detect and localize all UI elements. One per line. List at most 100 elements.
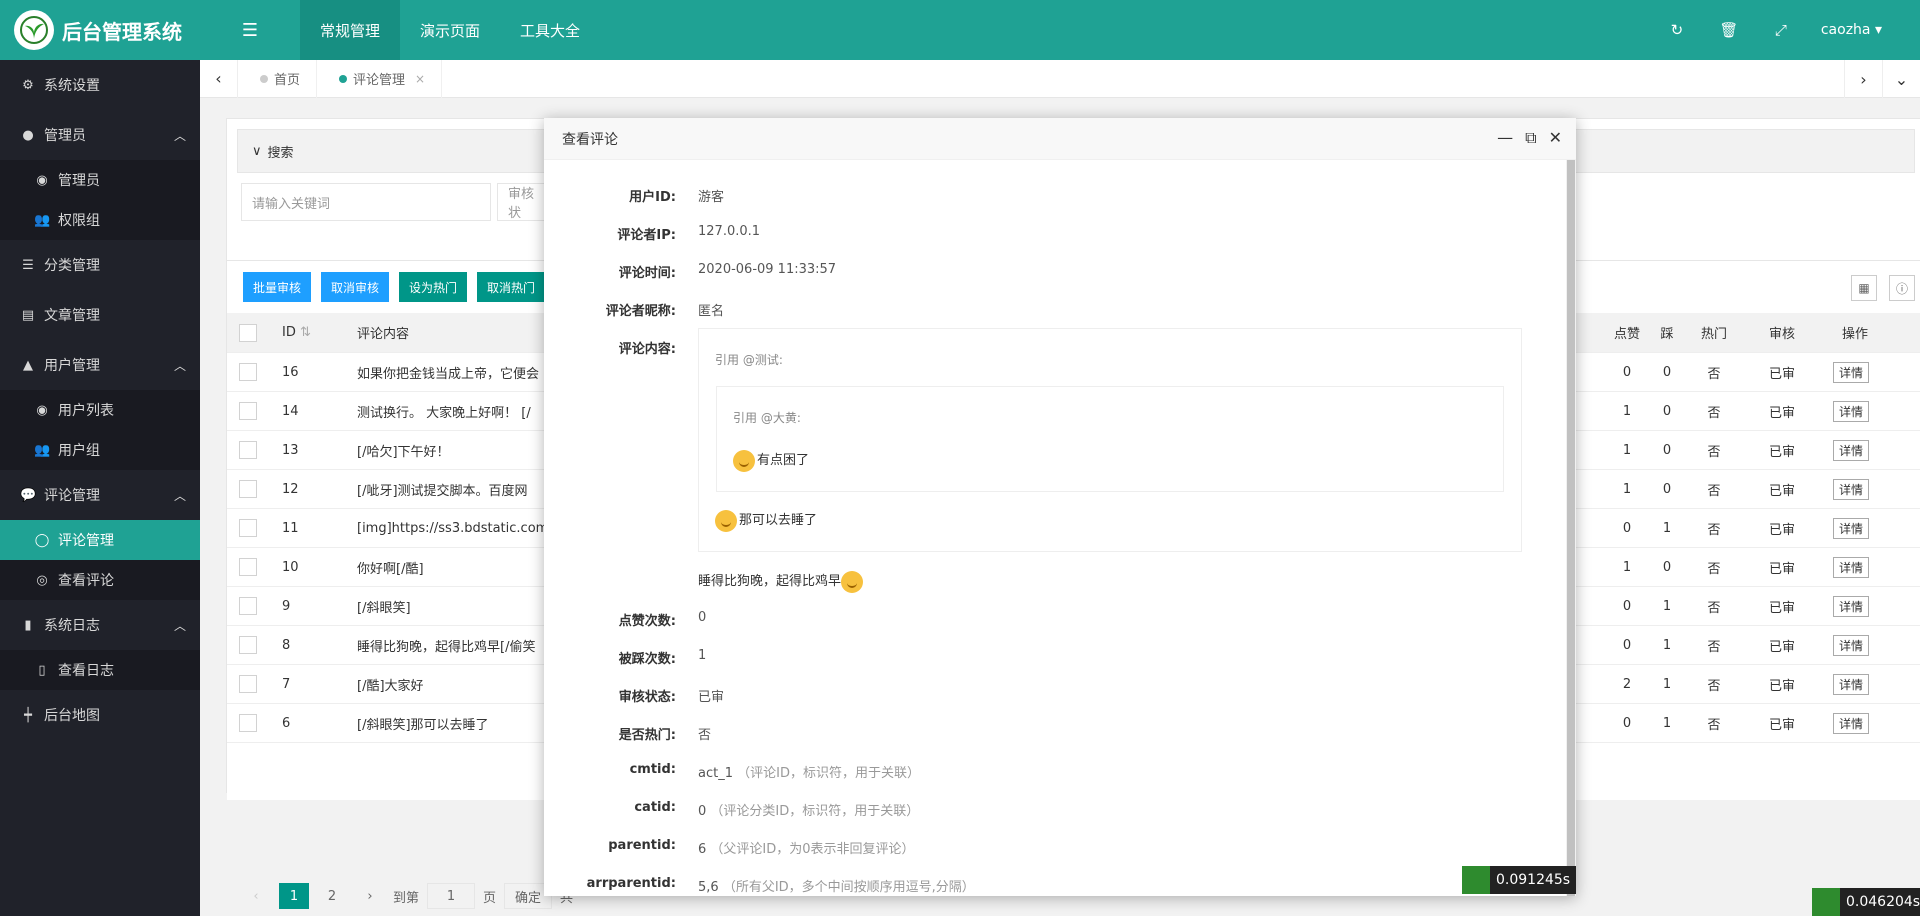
- sidebar-item-comment-manage[interactable]: ◯ 评论管理: [0, 520, 200, 560]
- sidebar-item-system-logs[interactable]: ▮ 系统日志 ︿: [0, 600, 200, 650]
- sidebar-item-articles[interactable]: ▤ 文章管理: [0, 290, 200, 340]
- user-circle-icon: ◉: [36, 402, 48, 418]
- detail-button[interactable]: 详情: [1833, 673, 1870, 695]
- header-id[interactable]: ID ⇅: [282, 325, 311, 340]
- menu-toggle-icon[interactable]: ☰: [200, 0, 300, 60]
- sidebar-item-admin-list[interactable]: ◉ 管理员: [0, 160, 200, 200]
- quote-outer-cite: 引用 @测试:: [715, 353, 783, 367]
- quote-inner: 引用 @大黄: 有点困了: [716, 386, 1504, 492]
- cancel-hot-button[interactable]: 取消热门: [477, 272, 546, 302]
- sidebar-item-sitemap[interactable]: ┿ 后台地图: [0, 690, 200, 740]
- cell-audit: 已审: [1768, 678, 1795, 694]
- sidebar-item-comments[interactable]: 💬 评论管理 ︿: [0, 470, 200, 520]
- detail-button[interactable]: 详情: [1833, 595, 1870, 617]
- sidebar-item-user-list[interactable]: ◉ 用户列表: [0, 390, 200, 430]
- chevron-up-icon: ︿: [173, 128, 186, 143]
- close-icon[interactable]: ✕: [1549, 128, 1562, 148]
- detail-button[interactable]: 详情: [1833, 478, 1870, 500]
- user-icon: ▲: [23, 357, 33, 373]
- tab-menu-chevron-down-icon[interactable]: ⌄: [1882, 60, 1920, 98]
- keyword-input[interactable]: 请输入关键词: [241, 183, 491, 221]
- row-checkbox[interactable]: [239, 597, 257, 615]
- field-hint: （评论ID，标识符，用于关联）: [737, 766, 920, 781]
- columns-icon[interactable]: ▦: [1851, 275, 1877, 301]
- refresh-icon[interactable]: ↻: [1651, 21, 1703, 39]
- sidebar: 后台管理系统 ⚙ 系统设置 ● 管理员 ︿ ◉ 管理员 👥 权限组 ☰ 分类管理…: [0, 0, 200, 916]
- detail-button[interactable]: 详情: [1833, 361, 1870, 383]
- row-checkbox[interactable]: [239, 558, 257, 576]
- prev-page-icon[interactable]: ‹: [241, 883, 271, 909]
- detail-button[interactable]: 详情: [1833, 556, 1870, 578]
- batch-approve-button[interactable]: 批量审核: [243, 272, 312, 302]
- page-2-button[interactable]: 2: [317, 883, 347, 909]
- next-page-icon[interactable]: ›: [355, 883, 385, 909]
- row-checkbox[interactable]: [239, 363, 257, 381]
- row-checkbox[interactable]: [239, 714, 257, 732]
- sidebar-item-categories[interactable]: ☰ 分类管理: [0, 240, 200, 290]
- field-value: 1: [698, 648, 707, 663]
- tab-home[interactable]: 首页: [238, 59, 318, 98]
- cell-content: 如果你把金钱当成上帝，它便会: [357, 366, 540, 382]
- cancel-approve-button[interactable]: 取消审核: [321, 272, 390, 302]
- row-checkbox[interactable]: [239, 519, 257, 537]
- fullscreen-icon[interactable]: ⤢: [1755, 21, 1807, 39]
- detail-button[interactable]: 详情: [1833, 712, 1870, 734]
- row-checkbox[interactable]: [239, 441, 257, 459]
- sidebar-item-admins[interactable]: ● 管理员 ︿: [0, 110, 200, 160]
- goto-page-input[interactable]: 1: [427, 883, 476, 909]
- detail-button[interactable]: 详情: [1833, 400, 1870, 422]
- info-icon[interactable]: ⓘ: [1889, 275, 1915, 301]
- minimize-icon[interactable]: —: [1497, 128, 1513, 148]
- modal-scrollbar-thumb[interactable]: [1567, 160, 1575, 896]
- tab-scroll-right-icon[interactable]: ›: [1844, 60, 1882, 98]
- row-checkbox[interactable]: [239, 480, 257, 498]
- sidebar-item-label: 系统设置: [44, 78, 100, 94]
- page-1-button[interactable]: 1: [279, 883, 309, 909]
- cell-dislikes: 0: [1662, 364, 1672, 380]
- detail-button[interactable]: 详情: [1833, 439, 1870, 461]
- cell-content: [/酷]大家好: [357, 678, 424, 694]
- field-label: 评论者IP:: [617, 228, 676, 243]
- cell-audit: 已审: [1768, 717, 1795, 733]
- newspaper-icon: ▤: [21, 307, 35, 323]
- top-nav-regular[interactable]: 常规管理: [300, 0, 401, 60]
- modal-scrollbar[interactable]: [1566, 160, 1576, 896]
- cell-content: [/斜眼笑]: [357, 600, 411, 616]
- snicker-emoji-icon: [841, 570, 864, 593]
- detail-button[interactable]: 详情: [1833, 517, 1870, 539]
- top-nav-tools[interactable]: 工具大全: [500, 0, 600, 60]
- cell-dislikes: 0: [1662, 481, 1672, 497]
- cell-id: 6: [282, 715, 291, 731]
- sidebar-item-system-settings[interactable]: ⚙ 系统设置: [0, 60, 200, 110]
- sidebar-item-users[interactable]: ▲ 用户管理 ︿: [0, 340, 200, 390]
- modal-timer-value: 0.091245s: [1496, 872, 1571, 888]
- user-menu[interactable]: caozha ▾: [1807, 22, 1920, 38]
- set-hot-button[interactable]: 设为热门: [399, 272, 468, 302]
- row-checkbox[interactable]: [239, 402, 257, 420]
- logo[interactable]: 后台管理系统: [0, 0, 200, 60]
- sidebar-item-permission-groups[interactable]: 👥 权限组: [0, 200, 200, 240]
- cell-hot: 否: [1707, 600, 1721, 616]
- detail-button[interactable]: 详情: [1833, 634, 1870, 656]
- sidebar-item-view-comments[interactable]: ◎ 查看评论: [0, 560, 200, 600]
- app-title: 后台管理系统: [62, 19, 182, 44]
- trash-icon[interactable]: 🗑: [1703, 21, 1755, 39]
- tab-comment-manage[interactable]: 评论管理 ×: [317, 59, 443, 98]
- select-all-checkbox[interactable]: [239, 323, 257, 342]
- maximize-icon[interactable]: ⧉: [1525, 128, 1536, 148]
- close-tab-icon[interactable]: ×: [415, 72, 425, 86]
- quote-inner-cite: 引用 @大黄:: [733, 411, 801, 425]
- sidebar-item-user-groups[interactable]: 👥 用户组: [0, 430, 200, 470]
- tab-scroll-left-icon[interactable]: ‹: [200, 59, 238, 98]
- cell-content: 你好啊[/酷]: [357, 561, 424, 577]
- top-nav-demo[interactable]: 演示页面: [400, 0, 500, 60]
- row-checkbox[interactable]: [239, 636, 257, 654]
- view-comment-modal: 查看评论 — ⧉ ✕ 用户ID: 游客 评论者IP: 127.0.0.1 评论时…: [544, 118, 1577, 896]
- submenu-users: ◉ 用户列表 👥 用户组: [0, 390, 200, 470]
- row-checkbox[interactable]: [239, 675, 257, 693]
- sidebar-item-label: 管理员: [44, 128, 86, 144]
- sidebar-item-view-logs[interactable]: ▯ 查看日志: [0, 650, 200, 690]
- comment-outline-icon: ◯: [34, 532, 50, 548]
- sidebar-item-label: 管理员: [58, 173, 100, 189]
- sort-icon[interactable]: ⇅: [300, 325, 311, 340]
